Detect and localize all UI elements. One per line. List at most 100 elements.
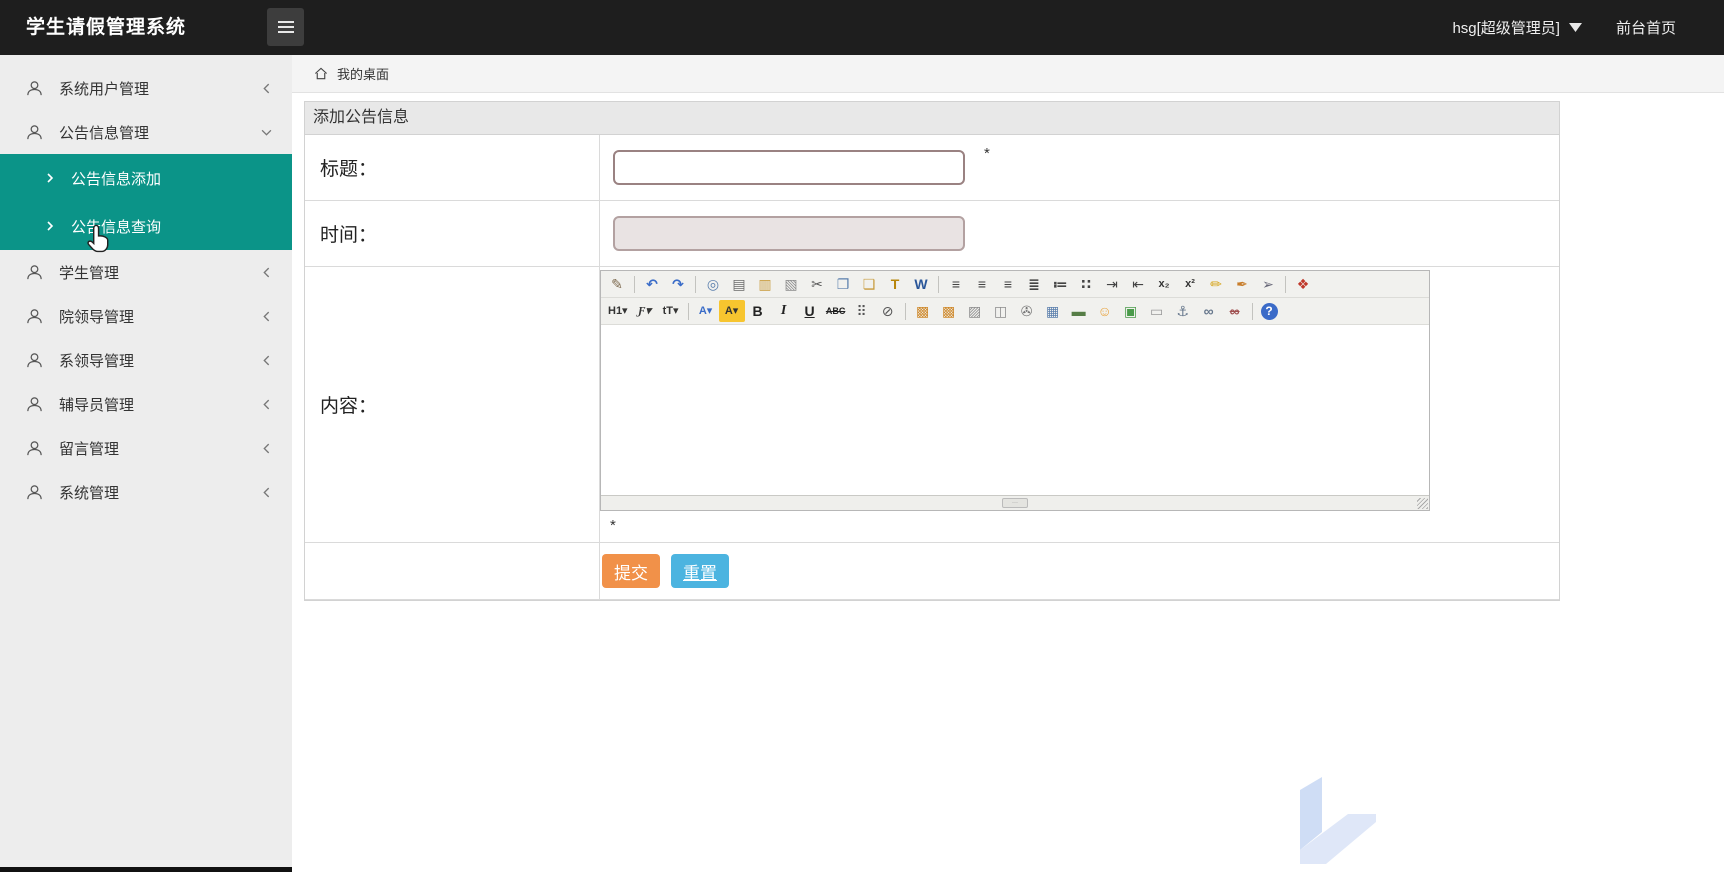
front-home-link[interactable]: 前台首页	[1616, 17, 1676, 38]
person-icon	[27, 264, 42, 279]
superscript-icon[interactable]: x²	[1177, 273, 1203, 295]
submenu-item-label: 公告信息查询	[71, 218, 162, 236]
sidebar-item-students[interactable]: 学生管理	[0, 250, 292, 294]
toolbar-separator	[695, 275, 696, 293]
toolbar-separator	[1251, 302, 1253, 320]
italic-icon[interactable]: I	[771, 300, 797, 322]
bullet-list-icon[interactable]: ∷	[1073, 273, 1099, 295]
font-family-icon[interactable]: Ƒ▾	[632, 300, 658, 322]
flash-icon[interactable]: ▨	[962, 300, 988, 322]
paste-text-icon[interactable]: T	[882, 273, 908, 295]
text-color-icon[interactable]: A▾	[693, 300, 719, 322]
link-icon[interactable]: ∞	[1196, 300, 1222, 322]
image-map-icon[interactable]: ▣	[1118, 300, 1144, 322]
paste-word-icon[interactable]: W	[908, 273, 934, 295]
sidebar-item-announcement-add[interactable]: 公告信息添加	[0, 154, 292, 202]
copy-icon[interactable]: ❐	[830, 273, 856, 295]
page-break-icon[interactable]: ▭	[1144, 300, 1170, 322]
sidebar-item-messages[interactable]: 留言管理	[0, 426, 292, 470]
font-size-icon[interactable]: tT▾	[658, 300, 684, 322]
editor-resize-grip[interactable]	[1417, 498, 1428, 509]
ordered-list-icon[interactable]: ≔	[1047, 273, 1073, 295]
align-center-icon[interactable]: ≡	[969, 273, 995, 295]
highlight-color-icon[interactable]: A▾	[718, 300, 745, 322]
indent-icon[interactable]: ⇥	[1099, 273, 1125, 295]
person-icon	[27, 80, 42, 95]
select-all-icon[interactable]: ➢	[1255, 273, 1281, 295]
unlink-icon[interactable]: ∞	[1222, 300, 1248, 322]
preview-icon[interactable]: ◎	[700, 273, 726, 295]
emoticon-icon[interactable]: ☺	[1092, 300, 1118, 322]
align-justify-icon[interactable]: ≣	[1021, 273, 1047, 295]
quick-style-icon[interactable]: ✒	[1229, 273, 1255, 295]
bold-icon[interactable]: B	[745, 300, 771, 322]
hr-icon[interactable]: ▬	[1066, 300, 1092, 322]
title-input[interactable]	[613, 150, 965, 185]
brush-icon[interactable]: ✏	[1203, 273, 1229, 295]
time-field-label: 时间：	[305, 201, 600, 267]
submenu-item-label: 公告信息添加	[71, 170, 162, 188]
paste-icon[interactable]: ❏	[856, 273, 882, 295]
cut-icon[interactable]: ✂	[804, 273, 830, 295]
sidebar-item-dept-leaders[interactable]: 系领导管理	[0, 338, 292, 382]
align-right-icon[interactable]: ≡	[995, 273, 1021, 295]
sidebar-item-announcements[interactable]: 公告信息管理	[0, 110, 292, 154]
sidebar-item-label: 系统管理	[59, 484, 120, 502]
sidebar-item-label: 留言管理	[59, 440, 120, 458]
user-menu[interactable]: hsg[超级管理员]	[1452, 17, 1582, 38]
toolbar-separator	[938, 275, 939, 293]
main-content: 我的桌面 添加公告信息 标题： * 时间： 内容： ✎ ↶ ↷ ◎ ▤ ▥ ▧ ✂ ❐ ❏ T W ≡ ≡…	[292, 55, 1724, 872]
caret-down-icon	[1568, 23, 1582, 32]
heading-icon[interactable]: H1▾	[604, 300, 632, 322]
arrow-right-icon	[47, 173, 54, 183]
align-left-icon[interactable]: ≡	[943, 273, 969, 295]
outdent-icon[interactable]: ⇤	[1125, 273, 1151, 295]
person-icon	[27, 484, 42, 499]
topbar: 学生请假管理系统 hsg[超级管理员] 前台首页	[0, 0, 1724, 55]
print-icon[interactable]: ▤	[726, 273, 752, 295]
help-icon[interactable]: ?	[1260, 302, 1278, 320]
line-height-icon[interactable]: ⠿	[849, 300, 875, 322]
app-title: 学生请假管理系统	[26, 17, 187, 38]
underline-icon[interactable]: U	[797, 300, 823, 322]
sidebar-item-label: 系领导管理	[59, 352, 135, 370]
editor-resize-handle[interactable]: ···	[1002, 498, 1028, 508]
template-icon[interactable]: ▥	[752, 273, 778, 295]
menu-bars-icon	[277, 21, 294, 33]
image-icon[interactable]: ▩	[910, 300, 936, 322]
multi-image-icon[interactable]: ▩	[936, 300, 962, 322]
eraser-icon[interactable]: ⊘	[875, 300, 901, 322]
page-props-icon[interactable]: ▧	[778, 273, 804, 295]
time-field-cell	[600, 201, 1559, 267]
reset-button[interactable]: 重置	[671, 554, 729, 588]
sidebar-item-announcement-query[interactable]: 公告信息查询	[0, 202, 292, 250]
sidebar-item-label: 公告信息管理	[59, 124, 150, 142]
maximize-icon[interactable]: ❖	[1290, 273, 1316, 295]
person-icon	[27, 308, 42, 323]
sidebar-item-counselors[interactable]: 辅导员管理	[0, 382, 292, 426]
subscript-icon[interactable]: x₂	[1151, 273, 1177, 295]
strikethrough-icon[interactable]: ABC	[823, 300, 849, 322]
table-icon[interactable]: ▦	[1040, 300, 1066, 322]
person-icon	[27, 440, 42, 455]
editor-body[interactable]	[601, 325, 1429, 495]
breadcrumb-label: 我的桌面	[337, 67, 390, 82]
sidebar-item-label: 系统用户管理	[59, 80, 150, 98]
arrow-right-icon	[47, 221, 54, 231]
source-icon[interactable]: ✎	[604, 273, 630, 295]
chevron-left-icon	[263, 443, 270, 453]
undo-icon[interactable]: ↶	[639, 273, 665, 295]
sidebar-item-system-users[interactable]: 系统用户管理	[0, 66, 292, 110]
sidebar-item-college-leaders[interactable]: 院领导管理	[0, 294, 292, 338]
attachment-icon[interactable]: ✇	[1014, 300, 1040, 322]
hamburger-button[interactable]	[267, 8, 304, 46]
breadcrumb[interactable]: 我的桌面	[292, 55, 1724, 93]
submit-button[interactable]: 提交	[602, 554, 660, 588]
media-icon[interactable]: ◫	[988, 300, 1014, 322]
content-field-cell: ✎ ↶ ↷ ◎ ▤ ▥ ▧ ✂ ❐ ❏ T W ≡ ≡ ≡ ≣ ≔ ∷ ⇥ ⇤ x₂ x² ✏ ✒ ➢ ❖ H1▾ Ƒ▾ tT▾ A▾ A…	[600, 267, 1559, 543]
anchor-icon[interactable]: ⚓	[1170, 300, 1196, 322]
sidebar-item-system[interactable]: 系统管理	[0, 470, 292, 514]
announcement-form-panel: 添加公告信息 标题： * 时间： 内容： ✎ ↶ ↷ ◎ ▤ ▥ ▧ ✂ ❐ ❏ T W ≡ ≡ ≡ ≣ ≔ ∷ ⇥…	[304, 101, 1560, 601]
redo-icon[interactable]: ↷	[665, 273, 691, 295]
time-input[interactable]	[613, 216, 965, 251]
